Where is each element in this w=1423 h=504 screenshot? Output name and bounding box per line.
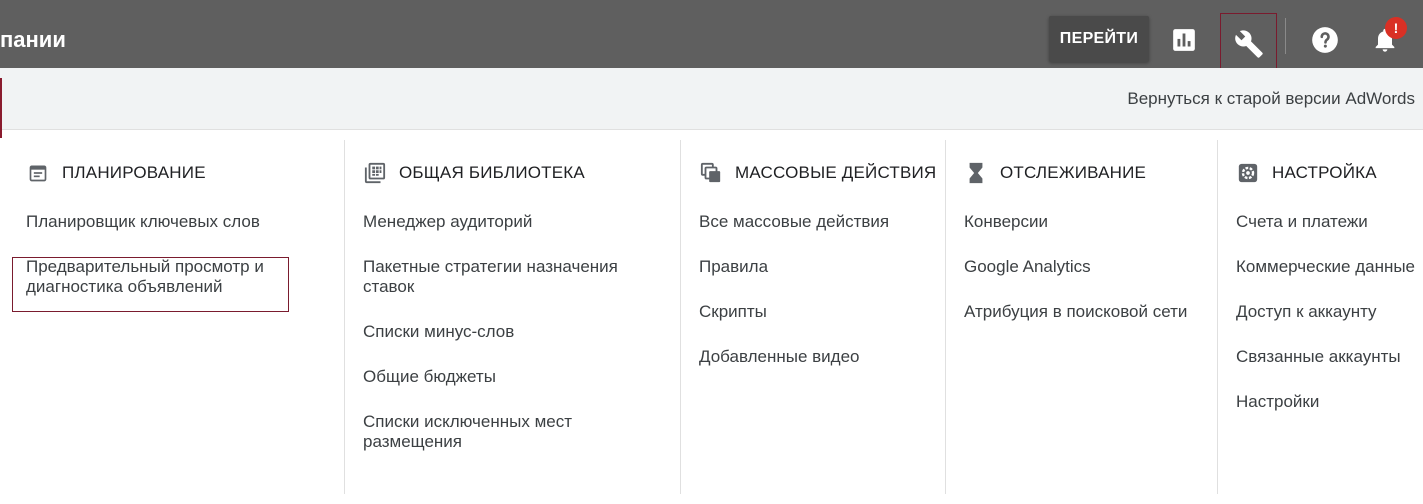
toolbar-divider <box>1285 18 1286 54</box>
old-version-link[interactable]: Вернуться к старой версии AdWords <box>1127 88 1415 110</box>
tools-icon[interactable] <box>1220 13 1277 75</box>
column-header-label: ПЛАНИРОВАНИЕ <box>62 163 206 182</box>
column-measurement: ОТСЛЕЖИВАНИЕ Конверсии Google Analytics … <box>945 140 1217 494</box>
planning-menu: Планировщик ключевых слов Предварительны… <box>26 212 296 322</box>
column-header-setup: НАСТРОЙКА <box>1236 158 1377 188</box>
column-header-label: НАСТРОЙКА <box>1272 163 1377 182</box>
library-icon <box>363 161 387 185</box>
page-title: пании <box>0 27 66 52</box>
column-header-label: ОТСЛЕЖИВАНИЕ <box>1000 163 1147 182</box>
menu-item-portfolio-bid-strategies[interactable]: Пакетные стратегии назначения ставок <box>363 257 663 297</box>
menu-item-audience-manager[interactable]: Менеджер аудиторий <box>363 212 663 232</box>
measurement-menu: Конверсии Google Analytics Атрибуция в п… <box>964 212 1214 347</box>
column-setup: НАСТРОЙКА Счета и платежи Коммерческие д… <box>1217 140 1423 494</box>
shared-library-menu: Менеджер аудиторий Пакетные стратегии на… <box>363 212 663 477</box>
panel-edge-accent <box>0 78 2 138</box>
menu-item-search-attribution[interactable]: Атрибуция в поисковой сети <box>964 302 1214 322</box>
menu-item-shared-budgets[interactable]: Общие бюджеты <box>363 367 663 387</box>
menu-item-conversions[interactable]: Конверсии <box>964 212 1214 232</box>
menu-item-linked-accounts[interactable]: Связанные аккаунты <box>1236 347 1423 367</box>
menu-item-preferences[interactable]: Настройки <box>1236 392 1423 412</box>
column-header-planning: ПЛАНИРОВАНИЕ <box>26 158 206 188</box>
notification-badge: ! <box>1385 17 1407 39</box>
menu-item-all-bulk-actions[interactable]: Все массовые действия <box>699 212 939 232</box>
column-header-shared-library: ОБЩАЯ БИБЛИОТЕКА <box>363 158 585 188</box>
hourglass-icon <box>964 161 988 185</box>
menu-item-account-access[interactable]: Доступ к аккаунту <box>1236 302 1423 322</box>
column-shared-library: ОБЩАЯ БИБЛИОТЕКА Менеджер аудиторий Паке… <box>344 140 680 494</box>
menu-item-rules[interactable]: Правила <box>699 257 939 277</box>
column-header-bulk-actions: МАССОВЫЕ ДЕЙСТВИЯ <box>699 158 936 188</box>
setup-menu: Счета и платежи Коммерческие данные Дост… <box>1236 212 1423 437</box>
menu-item-business-data[interactable]: Коммерческие данные <box>1236 257 1423 277</box>
menu-item-ad-preview[interactable]: Предварительный просмотр и диагностика о… <box>26 257 296 297</box>
top-app-bar: пании ПЕРЕЙТИ ! <box>0 0 1423 75</box>
menu-item-google-analytics[interactable]: Google Analytics <box>964 257 1214 277</box>
menu-item-negative-keyword-lists[interactable]: Списки минус-слов <box>363 322 663 342</box>
calendar-icon <box>26 161 50 185</box>
column-header-label: МАССОВЫЕ ДЕЙСТВИЯ <box>735 163 937 182</box>
menu-item-uploaded-videos[interactable]: Добавленные видео <box>699 347 939 367</box>
menu-item-placement-exclusion-lists[interactable]: Списки исключенных мест размещения <box>363 412 663 452</box>
bulk-actions-menu: Все массовые действия Правила Скрипты До… <box>699 212 939 392</box>
menu-item-billing[interactable]: Счета и платежи <box>1236 212 1423 232</box>
goto-button[interactable]: ПЕРЕЙТИ <box>1049 16 1149 62</box>
settings-gear-icon <box>1236 161 1260 185</box>
reports-icon[interactable] <box>1164 20 1204 60</box>
column-bulk-actions: МАССОВЫЕ ДЕЙСТВИЯ Все массовые действия … <box>680 140 945 494</box>
help-icon[interactable] <box>1305 20 1345 60</box>
column-header-measurement: ОТСЛЕЖИВАНИЕ <box>964 158 1146 188</box>
column-header-label: ОБЩАЯ БИБЛИОТЕКА <box>399 163 585 182</box>
bulk-actions-icon <box>699 161 723 185</box>
menu-item-keyword-planner[interactable]: Планировщик ключевых слов <box>26 212 296 232</box>
column-planning: ПЛАНИРОВАНИЕ Планировщик ключевых слов П… <box>0 140 344 494</box>
menu-item-scripts[interactable]: Скрипты <box>699 302 939 322</box>
